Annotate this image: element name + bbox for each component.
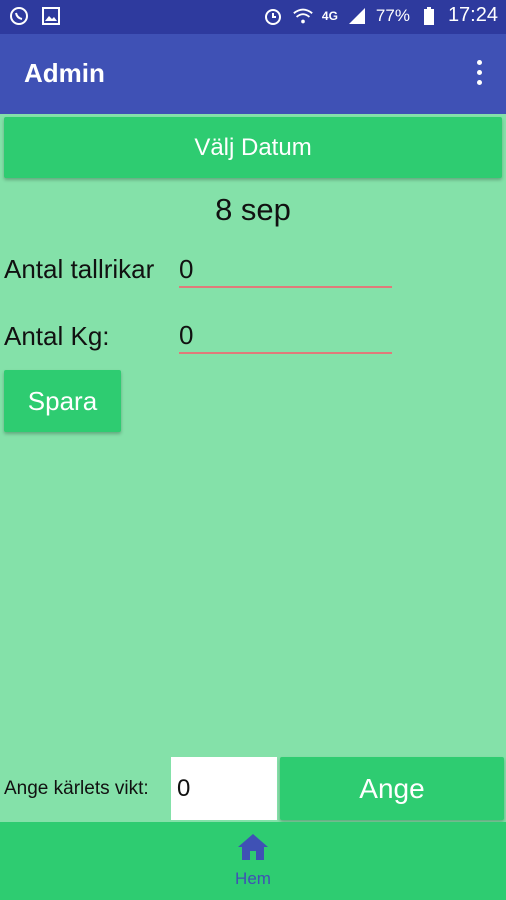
nav-item-home[interactable]: Hem (223, 832, 283, 896)
home-icon (236, 834, 270, 866)
save-button[interactable]: Spara (4, 370, 121, 432)
pick-date-button[interactable]: Välj Datum (4, 117, 502, 178)
selected-date: 8 sep (215, 192, 291, 227)
kg-input[interactable]: 0 (179, 318, 392, 354)
gallery-icon (40, 5, 62, 27)
overflow-menu-icon[interactable] (472, 60, 486, 90)
bottom-navigation: Hem (0, 822, 506, 900)
nav-home-label: Hem (235, 869, 271, 888)
signal-icon (346, 5, 368, 27)
clock: 17:24 (447, 4, 498, 26)
wifi-icon (292, 5, 314, 27)
app-bar: Admin (0, 34, 506, 114)
plates-input[interactable]: 0 (179, 252, 392, 288)
alarm-icon (262, 5, 284, 27)
battery-icon (418, 5, 440, 27)
status-bar: 4G 77% 17:24 (0, 0, 506, 34)
network-type-label: 4G (321, 8, 338, 23)
submit-bin-weight-button[interactable]: Ange (280, 757, 504, 820)
bin-weight-input[interactable]: 0 (171, 757, 277, 820)
whatsapp-icon (8, 5, 30, 27)
battery-percent: 77% (375, 5, 410, 25)
kg-label: Antal Kg: (4, 321, 110, 351)
bin-weight-label: Ange kärlets vikt: (4, 778, 149, 799)
app-title: Admin (24, 58, 105, 88)
plates-label: Antal tallrikar (4, 254, 155, 284)
